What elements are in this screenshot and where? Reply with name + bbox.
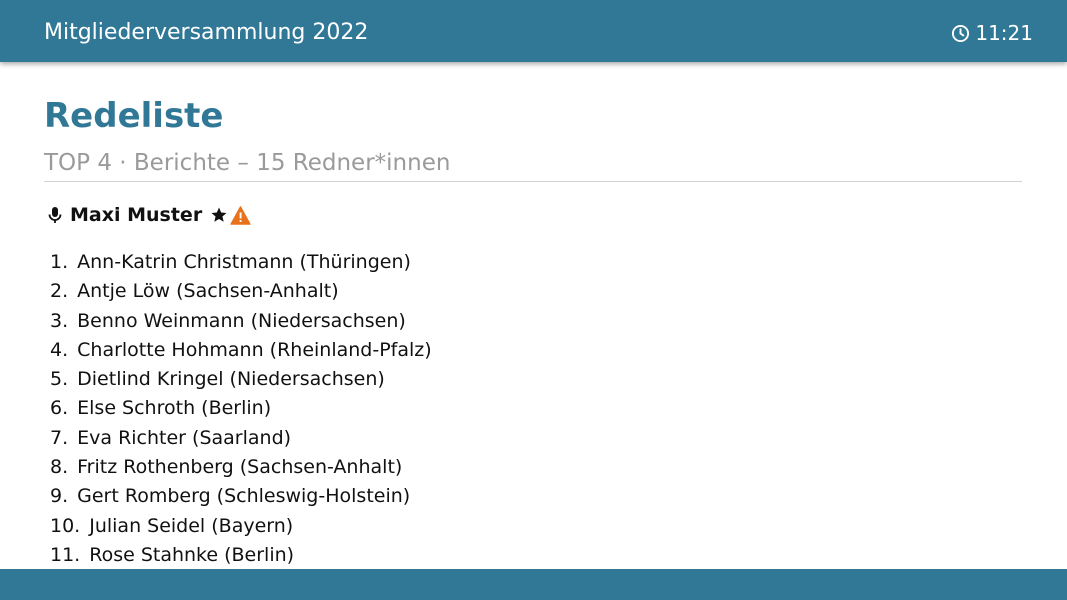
speaker-name: Gert Romberg (Schleswig-Holstein)	[77, 485, 411, 508]
speaker-list-item: 4. Charlotte Hohmann (Rheinland-Pfalz)	[50, 336, 432, 365]
speaker-number: 2.	[50, 280, 69, 303]
speaker-list-item: 8. Fritz Rothenberg (Sachsen-Anhalt)	[50, 453, 432, 482]
warning-icon	[230, 205, 251, 225]
speaker-name: Julian Seidel (Bayern)	[89, 514, 294, 537]
speaker-name: Fritz Rothenberg (Sachsen-Anhalt)	[77, 456, 403, 479]
top-app-bar: Mitgliederversammlung 2022 11:21	[0, 0, 1067, 62]
speaker-name: Rose Stahnke (Berlin)	[89, 543, 295, 566]
speaker-name: Benno Weinmann (Niedersachsen)	[77, 309, 406, 332]
speaker-list-item: 9. Gert Romberg (Schleswig-Holstein)	[50, 482, 432, 511]
speaker-number: 11.	[50, 543, 81, 566]
clock: 11:21	[951, 20, 1033, 46]
speaker-name: Eva Richter (Saarland)	[77, 426, 292, 449]
star-icon	[210, 206, 228, 224]
speaker-number: 7.	[50, 426, 69, 449]
speaker-name: Ann-Katrin Christmann (Thüringen)	[77, 251, 411, 273]
current-speaker: Maxi Muster	[48, 202, 251, 228]
speaker-list-item: 11. Rose Stahnke (Berlin)	[50, 541, 432, 570]
speaker-number: 1.	[50, 251, 69, 273]
speaker-number: 5.	[50, 368, 69, 391]
clock-icon	[951, 24, 970, 43]
page-title: Redeliste	[44, 96, 224, 136]
speaker-number: 8.	[50, 456, 69, 479]
speaker-name: Else Schroth (Berlin)	[77, 397, 272, 420]
speaker-number: 4.	[50, 338, 69, 361]
clock-time: 11:21	[975, 21, 1033, 45]
speaker-number: 9.	[50, 485, 69, 508]
app-title: Mitgliederversammlung 2022	[44, 20, 369, 45]
speaker-list-item: 1. Ann-Katrin Christmann (Thüringen)	[50, 248, 432, 277]
microphone-icon	[48, 206, 62, 224]
speaker-list-item: 7. Eva Richter (Saarland)	[50, 424, 432, 453]
speaker-list: 1. Ann-Katrin Christmann (Thüringen) 2. An…	[50, 248, 432, 570]
agenda-subtitle: TOP 4 · Berichte – 15 Redner*innen	[44, 150, 451, 176]
speaker-number: 10.	[50, 514, 81, 537]
current-speaker-name: Maxi Muster	[70, 204, 203, 226]
speaker-name: Dietlind Kringel (Niedersachsen)	[77, 368, 385, 391]
speaker-number: 6.	[50, 397, 69, 420]
speaker-name: Antje Löw (Sachsen-Anhalt)	[77, 280, 339, 303]
speaker-number: 3.	[50, 309, 69, 332]
speaker-list-item: 3. Benno Weinmann (Niedersachsen)	[50, 307, 432, 336]
divider	[44, 181, 1022, 182]
speaker-name: Charlotte Hohmann (Rheinland-Pfalz)	[77, 338, 432, 361]
speaker-list-item: 5. Dietlind Kringel (Niedersachsen)	[50, 365, 432, 394]
speaker-list-item: 2. Antje Löw (Sachsen-Anhalt)	[50, 277, 432, 306]
bottom-bar	[0, 569, 1067, 600]
speaker-list-item: 6. Else Schroth (Berlin)	[50, 394, 432, 423]
speaker-list-item: 10. Julian Seidel (Bayern)	[50, 512, 432, 541]
